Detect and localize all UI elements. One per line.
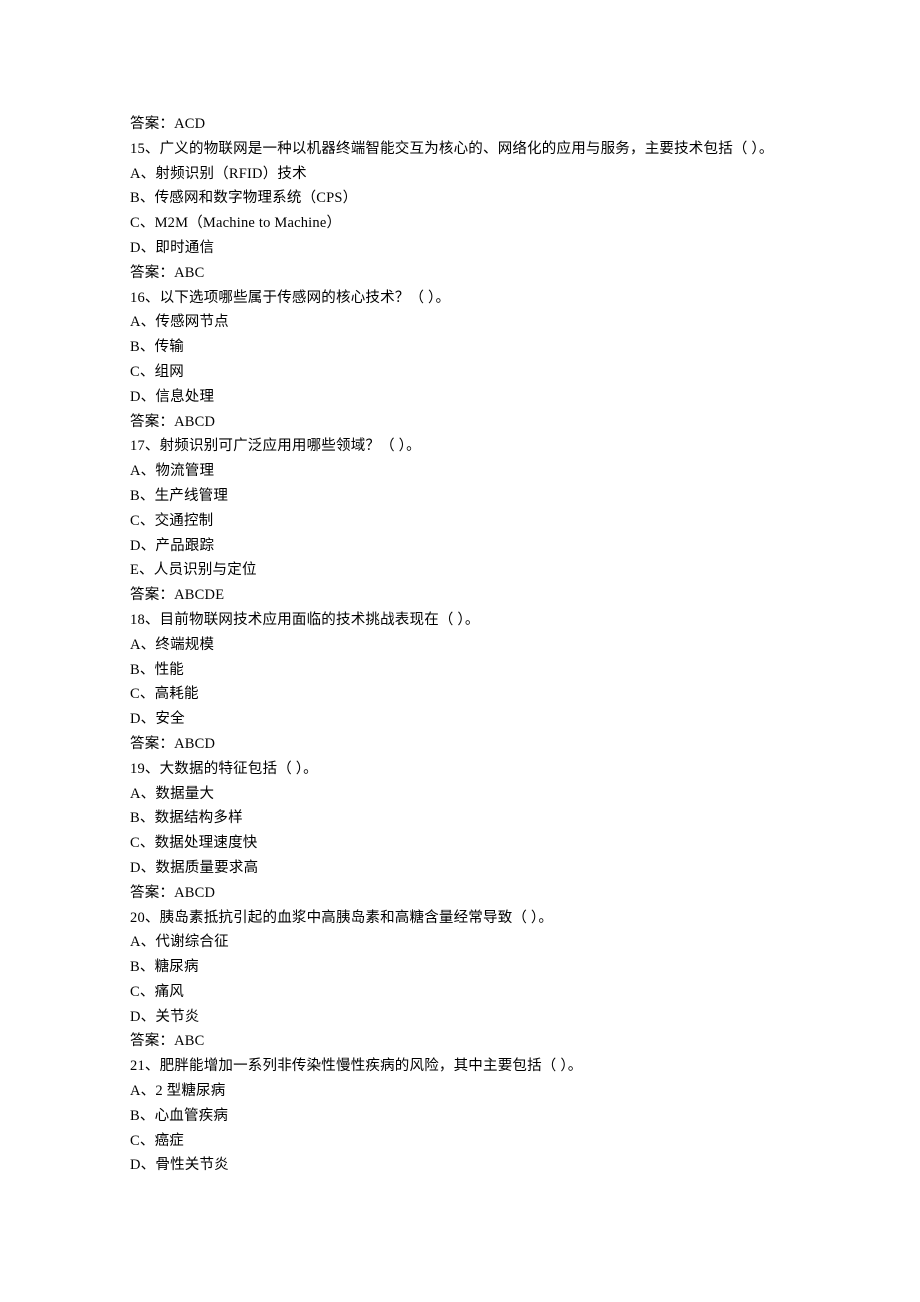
answer-line: 答案：ABC xyxy=(130,261,790,286)
answer-label: 答案： xyxy=(130,587,174,603)
option: D、产品跟踪 xyxy=(130,534,790,559)
question-text: 胰岛素抵抗引起的血浆中高胰岛素和高糖含量经常导致（ ）。 xyxy=(160,910,553,926)
answer-line: 答案：ABCD xyxy=(130,410,790,435)
option: C、M2M（Machine to Machine） xyxy=(130,211,790,236)
question-number: 18 xyxy=(130,612,145,628)
option: C、高耗能 xyxy=(130,682,790,707)
question-text: 肥胖能增加一系列非传染性慢性疾病的风险，其中主要包括（ ）。 xyxy=(160,1058,583,1074)
answer-line: 答案：ABC xyxy=(130,1029,790,1054)
question-text: 大数据的特征包括（ ）。 xyxy=(160,761,318,777)
question-number: 19 xyxy=(130,761,145,777)
question-number: 21 xyxy=(130,1058,145,1074)
answer-value: ABC xyxy=(174,265,204,281)
option: D、安全 xyxy=(130,707,790,732)
question-number: 20 xyxy=(130,910,145,926)
question-text: 以下选项哪些属于传感网的核心技术？（ ）。 xyxy=(160,290,451,306)
question-stem: 18、目前物联网技术应用面临的技术挑战表现在（ ）。 xyxy=(130,608,790,633)
answer-label: 答案： xyxy=(130,885,174,901)
option: B、性能 xyxy=(130,658,790,683)
option: D、骨性关节炎 xyxy=(130,1153,790,1178)
option: C、组网 xyxy=(130,360,790,385)
question-text: 射频识别可广泛应用用哪些领域？（ ）。 xyxy=(160,438,421,454)
answer-value: ABCD xyxy=(174,736,215,752)
answer-line: 答案：ABCD xyxy=(130,732,790,757)
option: A、代谢综合征 xyxy=(130,930,790,955)
question-text: 目前物联网技术应用面临的技术挑战表现在（ ）。 xyxy=(160,612,480,628)
option: A、终端规模 xyxy=(130,633,790,658)
option: A、射频识别（RFID）技术 xyxy=(130,162,790,187)
answer-line: 答案：ACD xyxy=(130,112,790,137)
question-number: 17 xyxy=(130,438,145,454)
question-number: 16 xyxy=(130,290,145,306)
question-stem: 16、以下选项哪些属于传感网的核心技术？（ ）。 xyxy=(130,286,790,311)
answer-line: 答案：ABCD xyxy=(130,881,790,906)
option: B、传输 xyxy=(130,335,790,360)
answer-label: 答案： xyxy=(130,265,174,281)
option: B、传感网和数字物理系统（CPS） xyxy=(130,186,790,211)
option: D、关节炎 xyxy=(130,1005,790,1030)
option: B、心血管疾病 xyxy=(130,1104,790,1129)
option: A、物流管理 xyxy=(130,459,790,484)
answer-label: 答案： xyxy=(130,116,174,132)
question-stem: 21、肥胖能增加一系列非传染性慢性疾病的风险，其中主要包括（ ）。 xyxy=(130,1054,790,1079)
option: C、交通控制 xyxy=(130,509,790,534)
question-number: 15 xyxy=(130,141,145,157)
option: D、信息处理 xyxy=(130,385,790,410)
answer-value: ABCD xyxy=(174,885,215,901)
answer-value: ACD xyxy=(174,116,205,132)
answer-value: ABCD xyxy=(174,414,215,430)
option: C、痛风 xyxy=(130,980,790,1005)
question-stem: 20、胰岛素抵抗引起的血浆中高胰岛素和高糖含量经常导致（ ）。 xyxy=(130,906,790,931)
option: D、数据质量要求高 xyxy=(130,856,790,881)
option: E、人员识别与定位 xyxy=(130,558,790,583)
option: B、糖尿病 xyxy=(130,955,790,980)
answer-value: ABCDE xyxy=(174,587,224,603)
question-text: 广义的物联网是一种以机器终端智能交互为核心的、网络化的应用与服务，主要技术包括（… xyxy=(160,141,774,157)
question-stem: 19、大数据的特征包括（ ）。 xyxy=(130,757,790,782)
option: A、数据量大 xyxy=(130,782,790,807)
option: B、数据结构多样 xyxy=(130,806,790,831)
option: A、2 型糖尿病 xyxy=(130,1079,790,1104)
answer-label: 答案： xyxy=(130,414,174,430)
option: C、癌症 xyxy=(130,1129,790,1154)
answer-label: 答案： xyxy=(130,1033,174,1049)
answer-line: 答案：ABCDE xyxy=(130,583,790,608)
question-stem: 17、射频识别可广泛应用用哪些领域？（ ）。 xyxy=(130,434,790,459)
option: C、数据处理速度快 xyxy=(130,831,790,856)
answer-label: 答案： xyxy=(130,736,174,752)
question-stem: 15、广义的物联网是一种以机器终端智能交互为核心的、网络化的应用与服务，主要技术… xyxy=(130,137,790,162)
option: A、传感网节点 xyxy=(130,310,790,335)
option: B、生产线管理 xyxy=(130,484,790,509)
option: D、即时通信 xyxy=(130,236,790,261)
answer-value: ABC xyxy=(174,1033,204,1049)
